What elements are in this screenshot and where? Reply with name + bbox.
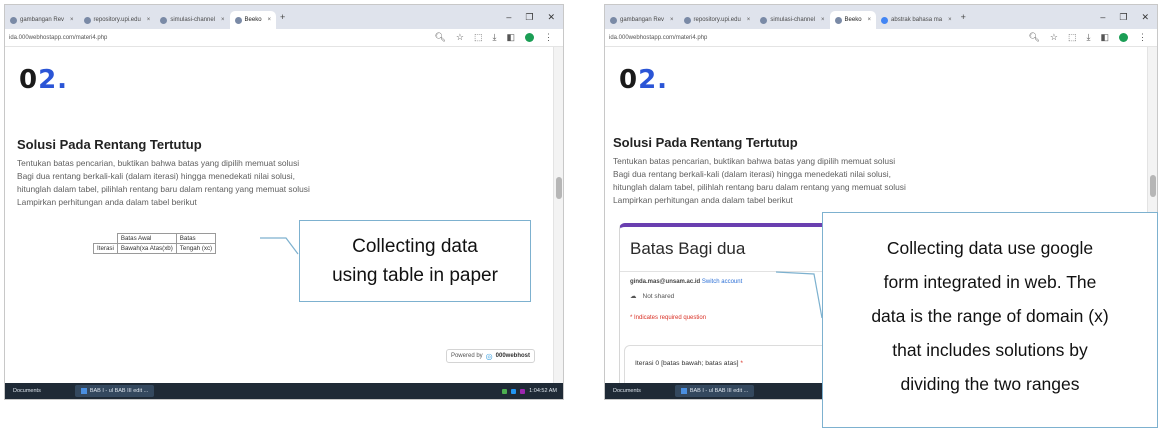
callout-annotation-right: Collecting data use google form integrat… xyxy=(822,212,1158,428)
